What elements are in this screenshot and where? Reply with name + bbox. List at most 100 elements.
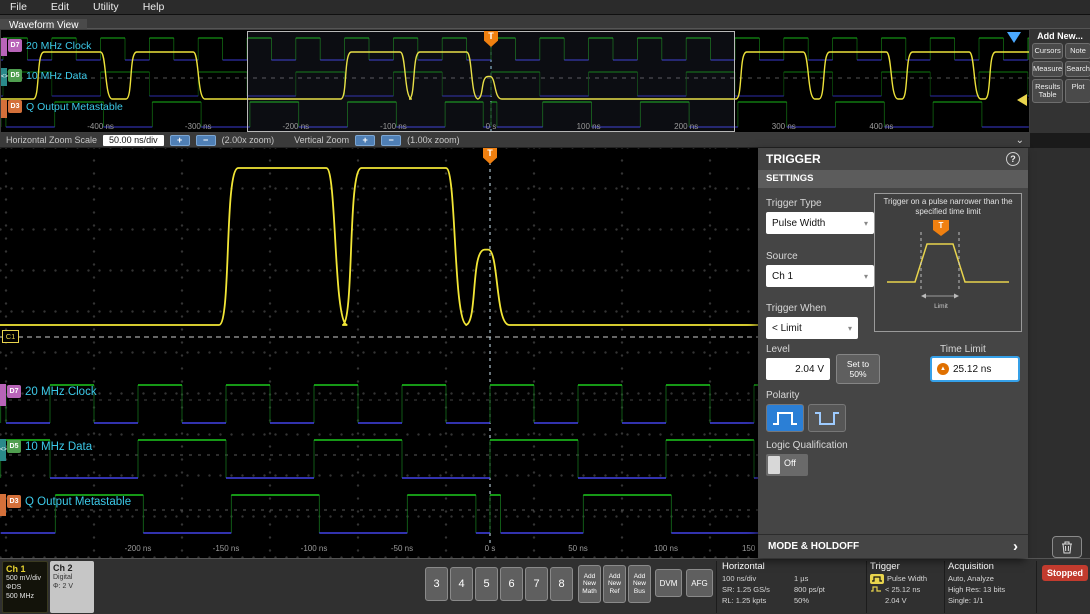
time-limit-input[interactable]: ▲ 25.12 ns	[930, 356, 1020, 382]
main-axis-label: 50 ns	[568, 544, 588, 553]
ch1-badge[interactable]: Ch 1 500 mV/div ΦDS 500 MHz	[2, 561, 48, 613]
trigger-level-arrow-icon[interactable]	[1017, 94, 1027, 106]
channel-button-6[interactable]: 6	[500, 567, 523, 601]
v-zoom-factor: (1.00x zoom)	[407, 135, 460, 145]
horizontal-readout-block[interactable]: Horizontal 100 ns/div 1 µs SR: 1.25 GS/s 80…	[722, 561, 864, 613]
pulse-width-icon	[870, 573, 884, 584]
logic-qualification-toggle[interactable]: Off	[766, 454, 808, 476]
h-zoom-factor: (2.00x zoom)	[221, 135, 275, 145]
channel-badge-d3: D3	[7, 495, 21, 508]
pan-handle-icon[interactable]: <>	[0, 439, 7, 461]
channel-label-row[interactable]: D3 Q Output Metastable	[7, 495, 131, 508]
main-axis-label: -150 ns	[212, 544, 240, 553]
v-zoom-in-button[interactable]: +	[355, 134, 376, 146]
add-new-measure-button[interactable]: Measure	[1032, 61, 1064, 77]
menu-item-edit[interactable]: Edit	[51, 1, 69, 13]
menu-item-file[interactable]: File	[10, 1, 27, 13]
pulse-glyph-icon	[870, 585, 882, 595]
trigger-type-dropdown[interactable]: Pulse Width ▾	[766, 212, 874, 234]
overview-axis-label: -200 ns	[282, 122, 310, 131]
add-new-note-button[interactable]: Note	[1065, 43, 1090, 59]
channel-label-row[interactable]: D5 10 MHz Data	[7, 440, 92, 453]
overview-axis-label: -400 ns	[87, 122, 114, 131]
trigger-type-label: Trigger Type	[766, 198, 822, 209]
chevron-down-icon: ▾	[863, 271, 868, 281]
channel-name: 20 MHz Clock	[25, 385, 97, 398]
channel-button-7[interactable]: 7	[525, 567, 548, 601]
channel-label-row[interactable]: D7 20 MHz Clock	[8, 39, 91, 52]
menu-item-help[interactable]: Help	[143, 1, 165, 13]
dvm-button[interactable]: DVM	[655, 569, 682, 597]
add-new-title: Add New...	[1037, 31, 1083, 41]
run-stop-status-button[interactable]: Stopped	[1042, 565, 1088, 581]
channel-edge-tab-d7[interactable]	[0, 384, 6, 406]
horizontal-readout: 1 µs	[794, 574, 809, 583]
settings-section-label: SETTINGS	[758, 170, 1028, 188]
knob-a-icon: ▲	[937, 363, 949, 375]
v-zoom-out-button[interactable]: −	[381, 134, 402, 146]
menu-item-utility[interactable]: Utility	[93, 1, 119, 13]
ch1-ground-marker[interactable]: C1	[2, 330, 19, 343]
channel-button-8[interactable]: 8	[550, 567, 573, 601]
horizontal-readout: SR: 1.25 GS/s	[722, 585, 770, 594]
trigger-panel-title: TRIGGER	[766, 152, 821, 166]
add-new-ref-button[interactable]: Add New Ref	[603, 565, 626, 603]
polarity-negative-button[interactable]	[808, 404, 846, 432]
afg-button[interactable]: AFG	[686, 569, 713, 597]
add-new-results-table-button[interactable]: Results Table	[1032, 79, 1064, 103]
channel-edge-tab-d7[interactable]	[1, 38, 7, 56]
channel-button-5[interactable]: 5	[475, 567, 498, 601]
channel-label-row[interactable]: D3 Q Output Metastable	[8, 100, 123, 113]
trigger-when-dropdown[interactable]: < Limit ▾	[766, 317, 858, 339]
negative-pulse-icon	[815, 412, 839, 425]
add-new-plot-button[interactable]: Plot	[1065, 79, 1090, 103]
polarity-label: Polarity	[766, 390, 800, 401]
h-zoom-out-button[interactable]: −	[195, 134, 216, 146]
channel-button-4[interactable]: 4	[450, 567, 473, 601]
polarity-positive-button[interactable]	[766, 404, 804, 432]
trash-button[interactable]	[1052, 536, 1082, 558]
overview-axis-label: -100 ns	[380, 122, 407, 131]
horizontal-readout: 50%	[794, 596, 810, 605]
add-new-panel: Add New... Cursors Note Measure Search Resul…	[1030, 29, 1090, 133]
acquisition-readout-block[interactable]: Acquisition Auto, Analyze High Res: 13 b…	[948, 561, 1034, 613]
right-gutter	[1028, 148, 1090, 558]
channel-label-row[interactable]: D5 10 MHz Data	[8, 69, 87, 82]
horizontal-readout: 100 ns/div	[722, 574, 757, 583]
overview-waveform-pane: T D7 20 MHz Clock D5 10 MHz Data D3 Q Output …	[0, 29, 1030, 133]
positive-pulse-icon	[773, 412, 797, 425]
bottom-status-bar: Ch 1 500 mV/div ΦDS 500 MHz Ch 2 Digital…	[0, 558, 1090, 614]
add-new-math-button[interactable]: Add New Math	[578, 565, 601, 603]
channel-badge-d3: D3	[8, 100, 22, 113]
collapse-overview-icon[interactable]: ⌄	[1016, 135, 1024, 146]
add-new-search-button[interactable]: Search	[1065, 61, 1090, 77]
channel-edge-tab-d3[interactable]	[1, 100, 7, 118]
pulse-width-diagram: T Limit	[887, 220, 1009, 310]
overview-axis-label: -300 ns	[184, 122, 212, 131]
add-new-cursors-button[interactable]: Cursors	[1032, 43, 1064, 59]
trigger-when-label: Trigger When	[766, 303, 827, 314]
level-input[interactable]: 2.04 V	[766, 358, 830, 380]
ch2-badge[interactable]: Ch 2 Digital Φ: 2 V	[50, 561, 94, 613]
source-dropdown[interactable]: Ch 1 ▾	[766, 265, 874, 287]
h-zoom-in-button[interactable]: +	[169, 134, 190, 146]
channel-badge-d7: D7	[7, 385, 21, 398]
pan-handle-icon[interactable]: <>	[1, 68, 8, 86]
horizontal-zoom-scale-value[interactable]: 50.00 ns/div	[103, 134, 164, 146]
set-to-50-button[interactable]: Set to 50%	[836, 354, 880, 384]
svg-text:T: T	[939, 221, 944, 230]
add-new-bus-button[interactable]: Add New Bus	[628, 565, 651, 603]
channel-edge-tab-d3[interactable]	[0, 494, 6, 516]
zoom-scale-bar: Horizontal Zoom Scale 50.00 ns/div + − (…	[0, 133, 1030, 148]
mode-holdoff-section[interactable]: MODE & HOLDOFF ›	[758, 534, 1028, 558]
overview-axis-label: 300 ns	[771, 122, 796, 131]
overview-axis-label: 200 ns	[674, 122, 699, 131]
channel-label-row[interactable]: D7 20 MHz Clock	[7, 385, 97, 398]
chevron-down-icon: ▾	[863, 218, 868, 228]
overview-axis-label: 400 ns	[869, 122, 894, 131]
view-tab-bar: Waveform View	[0, 15, 1090, 33]
overview-axis-label: 0 s	[485, 122, 497, 131]
channel-button-3[interactable]: 3	[425, 567, 448, 601]
help-icon[interactable]: ?	[1006, 152, 1020, 166]
trigger-readout-block[interactable]: Trigger Pulse Width < 25.12 ns 2.04 V	[870, 561, 942, 613]
